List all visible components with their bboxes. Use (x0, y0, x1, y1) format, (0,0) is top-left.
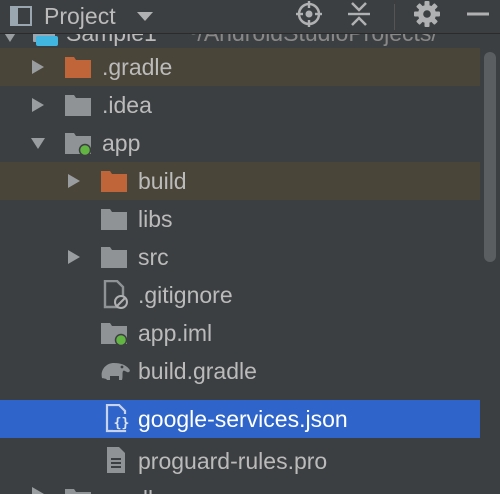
tree-item-label: google-services.json (138, 406, 348, 432)
gradle-elephant-icon (98, 358, 132, 384)
view-selector-label[interactable]: Project (44, 2, 116, 30)
tree-item-label: app (102, 130, 141, 156)
chevron-right-icon[interactable] (66, 249, 82, 265)
chevron-right-icon[interactable] (30, 97, 46, 113)
tree-item-label: proguard-rules.pro (138, 448, 328, 474)
module-folder-icon (64, 130, 92, 157)
tree-item-label: src (138, 244, 169, 270)
tree-item-label: app.iml (138, 320, 213, 346)
tree-item-label: .gitignore (138, 282, 233, 308)
folder-icon (64, 92, 92, 118)
chevron-right-icon[interactable] (30, 59, 46, 75)
text-file-icon (104, 446, 132, 473)
tree-item-proguard-rules[interactable]: proguard-rules.pro (0, 442, 480, 480)
folder-icon (100, 244, 128, 270)
root-project-path: ~/AndroidStudioProjects/ (184, 34, 438, 48)
chevron-right-icon[interactable] (66, 173, 82, 189)
scrollbar-thumb[interactable] (484, 52, 496, 262)
collapse-all-button[interactable] (344, 1, 374, 32)
tree-item-label: .idea (102, 92, 152, 118)
folder-excluded-icon (100, 168, 128, 194)
chevron-down-icon[interactable] (2, 34, 18, 44)
hide-icon (464, 1, 490, 32)
tree-item-label: gradle (102, 484, 166, 494)
tree-item-gitignore[interactable]: .gitignore (0, 276, 480, 314)
tree-root-row[interactable]: Sample1 ~/AndroidStudioProjects/ (0, 34, 480, 48)
folder-excluded-icon (64, 54, 92, 80)
chevron-right-icon[interactable] (30, 486, 46, 494)
tree-item-label: build.gradle (138, 358, 257, 384)
module-file-icon (100, 320, 128, 347)
chevron-down-icon[interactable] (30, 135, 46, 151)
collapse-all-icon (346, 1, 372, 32)
toolbar-separator (394, 4, 395, 30)
folder-icon (100, 206, 128, 232)
project-root-icon (32, 34, 58, 46)
tree-item-label: .gradle (102, 54, 173, 80)
tree-item-idea[interactable]: .idea (0, 86, 480, 124)
json-file-icon: {} (104, 403, 132, 433)
ignored-file-icon (102, 279, 130, 309)
project-view-icon[interactable] (10, 6, 32, 26)
tree-item-libs[interactable]: libs (0, 200, 480, 238)
tree-item-app-iml[interactable]: app.iml (0, 314, 480, 352)
tree-item-app[interactable]: app (0, 124, 480, 162)
project-tool-window: Project .gradle .idea app build libs src… (0, 0, 500, 494)
root-project-name: Sample1 (66, 34, 157, 48)
settings-button[interactable] (412, 0, 442, 33)
folder-icon (64, 486, 92, 494)
chevron-down-icon[interactable] (136, 10, 154, 22)
hide-panel-button[interactable] (462, 2, 492, 30)
vertical-scrollbar[interactable] (480, 34, 500, 494)
gear-icon (413, 0, 441, 33)
tree-item-label: libs (138, 206, 173, 232)
tree-item-partial[interactable]: gradle (0, 480, 480, 494)
tree-item-gradle-dir[interactable]: .gradle (0, 48, 480, 86)
tree-item-google-services-json[interactable]: {} google-services.json (0, 400, 480, 438)
project-toolbar: Project (0, 0, 500, 34)
locate-target-button[interactable] (294, 0, 324, 33)
locate-target-icon (295, 0, 323, 33)
tree-item-build[interactable]: build (0, 162, 480, 200)
svg-text:{}: {} (114, 416, 130, 431)
tree-item-label: build (138, 168, 187, 194)
tree-item-build-gradle[interactable]: build.gradle (0, 352, 480, 390)
project-tree: Sample1 ~/AndroidStudioProjects/ .gradle… (0, 34, 480, 494)
tree-item-src[interactable]: src (0, 238, 480, 276)
